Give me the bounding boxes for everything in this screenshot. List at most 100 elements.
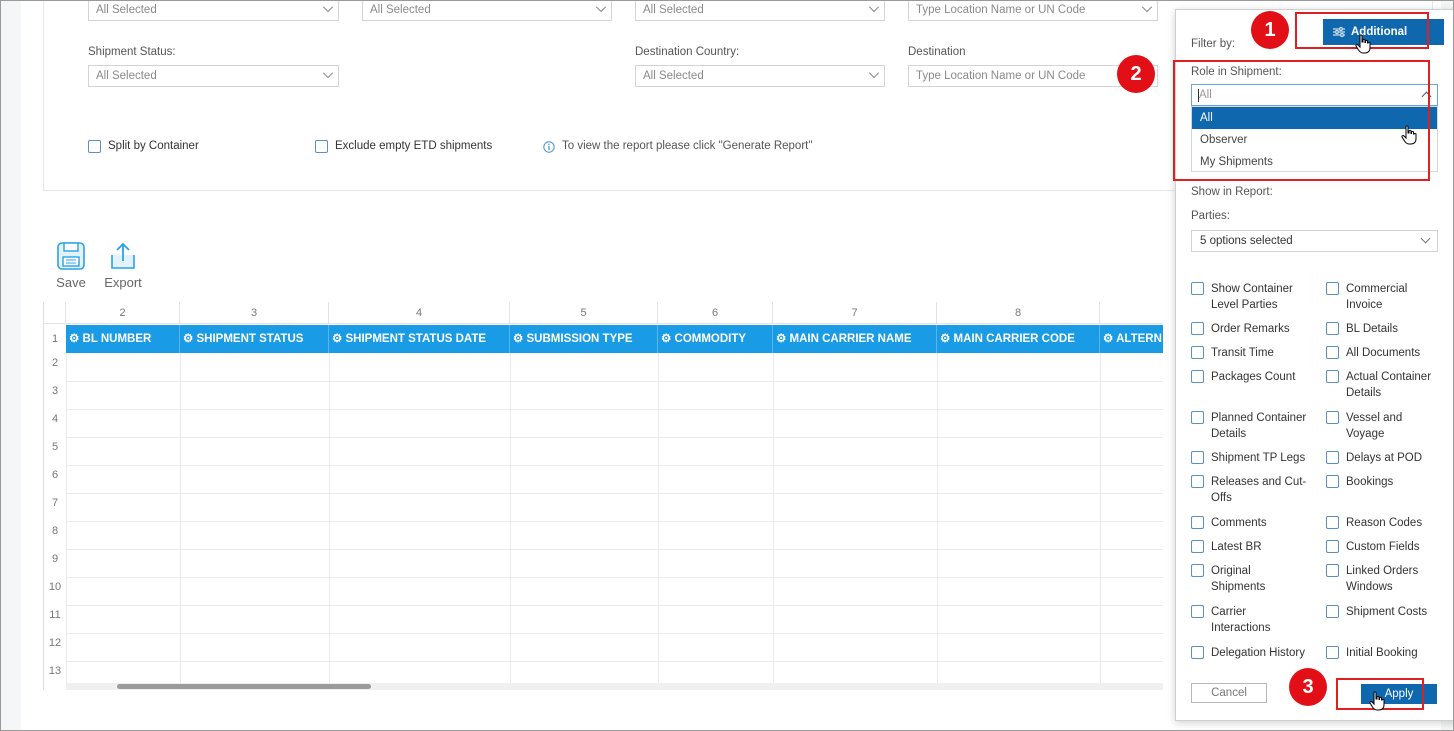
destination-country-select[interactable]: All Selected [635,65,885,87]
row-number: 6 [51,469,59,481]
split-by-container-checkbox[interactable] [88,140,101,153]
cancel-button[interactable]: Cancel [1191,683,1267,703]
option-checkbox[interactable] [1326,516,1339,529]
option-checkbox[interactable] [1191,451,1204,464]
header-commodity[interactable]: ⚙ COMMODITY [658,325,773,353]
option-checkbox[interactable] [1191,516,1204,529]
screen: All Selected All Selected All Selected T… [0,0,1454,731]
header-shipment-status-date[interactable]: ⚙ SHIPMENT STATUS DATE [329,325,510,353]
header-main-carrier-code[interactable]: ⚙ MAIN CARRIER CODE [937,325,1100,353]
option-label: Shipment TP Legs [1211,452,1306,464]
header-label: MAIN CARRIER NAME [789,333,912,345]
row-number: 7 [51,497,59,509]
option-checkbox[interactable] [1326,282,1339,295]
column-divider [180,353,181,683]
hand-cursor-icon [1401,125,1417,145]
column-number: 3 [180,302,329,324]
header-main-carrier-name[interactable]: ⚙ MAIN CARRIER NAME [773,325,937,353]
destination-country-label: Destination Country: [635,46,740,58]
header-row-number: 1 [51,333,59,345]
option-checkbox[interactable] [1191,564,1204,577]
option-checkbox[interactable] [1191,346,1204,359]
column-divider [658,353,659,683]
option-checkbox[interactable] [1191,646,1204,659]
option-checkbox[interactable] [1326,475,1339,488]
option-checkbox[interactable] [1326,605,1339,618]
top-select-1[interactable]: All Selected [88,1,339,21]
export-button[interactable]: Export [101,241,145,290]
select-value: All Selected [643,70,704,82]
parties-value: 5 options selected [1200,235,1293,247]
shipment-status-select[interactable]: All Selected [88,65,339,87]
option-checkbox[interactable] [1326,411,1339,424]
header-label: COMMODITY [674,333,747,345]
top-location-input[interactable]: Type Location Name or UN Code [908,1,1158,21]
option-checkbox[interactable] [1191,370,1204,383]
option-checkbox[interactable] [1326,451,1339,464]
option-checkbox[interactable] [1326,322,1339,335]
column-divider [66,353,67,683]
option-checkbox[interactable] [1191,411,1204,424]
option-label: Carrier Interactions [1211,606,1271,634]
row-divider [66,381,1163,382]
exclude-empty-etd-checkbox[interactable] [315,140,328,153]
option-label: Custom Fields [1346,541,1420,553]
header-label: MAIN CARRIER CODE [953,333,1075,345]
option-label: Delegation History [1211,647,1305,659]
input-placeholder: Type Location Name or UN Code [916,70,1086,82]
chevron-down-icon [322,1,334,13]
option-checkbox[interactable] [1326,540,1339,553]
header-bl-number[interactable]: ⚙ BL NUMBER [66,325,180,353]
row-divider [66,577,1163,578]
option-checkbox[interactable] [1326,346,1339,359]
row-number: 5 [51,441,59,453]
option-checkbox[interactable] [1191,605,1204,618]
select-value: All Selected [643,4,704,16]
annotation-badge-3: 3 [1289,668,1327,706]
option-checkbox[interactable] [1326,370,1339,383]
option-checkbox[interactable] [1326,564,1339,577]
option-label: Initial Booking [1346,647,1418,659]
option-label: Transit Time [1211,347,1274,359]
option-label: Bookings [1346,476,1394,488]
parties-select[interactable]: 5 options selected [1191,230,1438,252]
row-number: 12 [48,637,62,649]
column-number: 2 [66,302,180,324]
option-checkbox[interactable] [1191,322,1204,335]
horizontal-scrollbar[interactable] [66,683,1163,690]
option-checkbox[interactable] [1191,475,1204,488]
row-divider [66,409,1163,410]
chevron-down-icon [595,1,607,13]
save-label: Save [56,275,86,290]
input-placeholder: Type Location Name or UN Code [916,4,1086,16]
option-checkbox[interactable] [1326,646,1339,659]
scrollbar-thumb[interactable] [117,684,371,689]
row-number: 9 [51,553,59,565]
row-divider [66,437,1163,438]
column-number: 6 [658,302,773,324]
header-alternate[interactable]: ⚙ ALTERN [1100,325,1163,353]
show-in-report-label: Show in Report: [1191,186,1273,198]
save-button[interactable]: Save [51,241,91,290]
gear-icon: ⚙ [513,333,524,345]
gear-icon: ⚙ [183,333,194,345]
option-label: Releases and Cut-Offs [1211,476,1307,504]
row-number: 11 [49,609,61,621]
header-label: SHIPMENT STATUS DATE [345,333,487,345]
destination-label: Destination [908,46,966,58]
header-shipment-status[interactable]: ⚙ SHIPMENT STATUS [180,325,329,353]
report-grid: 2 3 4 5 6 7 8 1 ⚙ BL NUMBER ⚙ SHIPMENT S… [43,302,1163,690]
top-select-3[interactable]: All Selected [635,1,885,21]
top-select-2[interactable]: All Selected [362,1,612,21]
option-label: Show Container Level Parties [1211,283,1293,311]
option-checkbox[interactable] [1191,540,1204,553]
gear-icon: ⚙ [776,333,787,345]
row-divider [66,465,1163,466]
header-submission-type[interactable]: ⚙ SUBMISSION TYPE [510,325,658,353]
option-label: Planned Container Details [1211,412,1307,440]
option-checkbox[interactable] [1191,282,1204,295]
select-value: All Selected [96,4,157,16]
hand-cursor-icon [1369,691,1385,711]
column-number [1100,302,1163,324]
chevron-down-icon [868,1,880,13]
